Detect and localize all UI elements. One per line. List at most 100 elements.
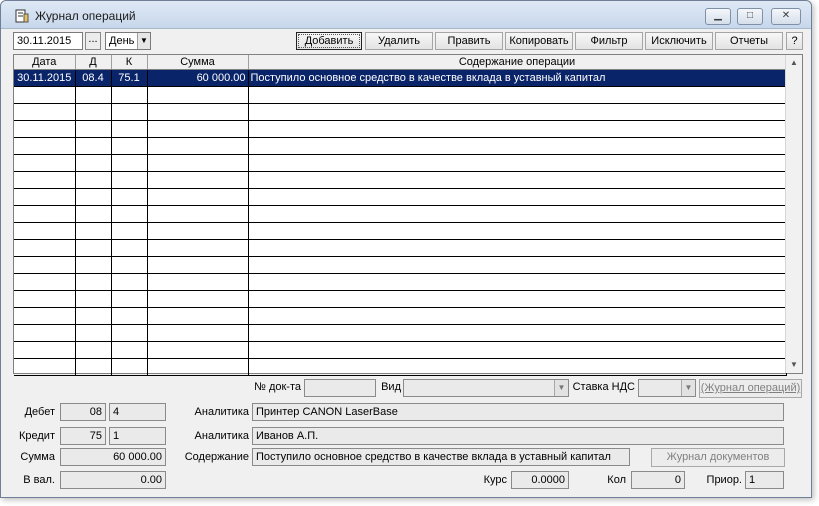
debit-account-field[interactable]: 08 (60, 403, 106, 421)
title-bar: Журнал операций ▁ □ ✕ (1, 1, 811, 29)
table-cell (14, 120, 76, 138)
table-cell (14, 273, 76, 291)
table-row[interactable] (14, 239, 787, 257)
rate-field[interactable]: 0.0000 (511, 471, 569, 489)
add-button[interactable]: Добавить (296, 32, 362, 50)
table-cell (75, 154, 112, 172)
credit-subaccount-field[interactable]: 1 (109, 427, 166, 445)
column-header-credit[interactable]: К (111, 55, 148, 70)
delete-button[interactable]: Удалить (365, 32, 433, 50)
table-cell (111, 324, 148, 342)
close-icon: ✕ (781, 10, 791, 21)
table-cell (111, 188, 148, 206)
table-row[interactable] (14, 103, 787, 121)
table-cell (248, 358, 787, 376)
chevron-down-icon[interactable]: ▼ (554, 380, 568, 396)
table-cell (111, 273, 148, 291)
table-cell (248, 103, 787, 121)
analytics-field-1[interactable]: Принтер CANON LaserBase (252, 403, 784, 421)
table-row[interactable] (14, 256, 787, 274)
date-picker-button[interactable]: ... (85, 32, 101, 50)
edit-button[interactable]: Править (435, 32, 503, 50)
table-cell (75, 256, 112, 274)
table-cell (14, 256, 76, 274)
column-header-date[interactable]: Дата (14, 55, 76, 70)
scroll-down-icon[interactable]: ▼ (786, 357, 802, 373)
cell-credit: 75.1 (111, 69, 148, 87)
table-cell (248, 154, 787, 172)
table-cell (147, 205, 249, 223)
table-cell (147, 239, 249, 257)
currency-sum-field[interactable]: 0.00 (60, 471, 166, 489)
table-row[interactable] (14, 273, 787, 291)
table-cell (14, 307, 76, 325)
table-cell (111, 256, 148, 274)
journal-documents-button[interactable]: Журнал документов (651, 448, 785, 467)
operations-grid[interactable]: Дата Д К Сумма Содержание операции 30.11… (13, 54, 803, 376)
journal-operations-button[interactable]: (Журнал операций) (699, 379, 802, 398)
priority-field[interactable]: 1 (745, 471, 784, 489)
table-cell (248, 324, 787, 342)
period-select[interactable]: День ▼ (105, 32, 151, 50)
help-button[interactable]: ? (786, 32, 803, 50)
operations-table: Дата Д К Сумма Содержание операции 30.11… (14, 55, 787, 376)
reports-button[interactable]: Отчеты (715, 32, 783, 50)
close-button[interactable]: ✕ (771, 8, 801, 25)
table-cell (75, 358, 112, 376)
filter-button[interactable]: Фильтр (575, 32, 643, 50)
analytics-field-2[interactable]: Иванов А.П. (252, 427, 784, 445)
table-cell (75, 137, 112, 155)
period-value: День (109, 35, 135, 47)
vat-rate-select[interactable]: ▼ (638, 379, 696, 397)
content-field[interactable]: Поступило основное средство в качестве в… (252, 448, 630, 466)
kind-select[interactable]: ▼ (403, 379, 569, 397)
table-cell (147, 86, 249, 104)
date-field[interactable]: 30.11.2015 (13, 32, 83, 50)
table-row[interactable]: 30.11.2015 08.4 75.1 60 000.00 Поступило… (14, 69, 787, 87)
window-title: Журнал операций (35, 9, 136, 23)
table-cell (111, 239, 148, 257)
table-row[interactable] (14, 307, 787, 325)
column-header-content[interactable]: Содержание операции (248, 55, 787, 70)
table-row[interactable] (14, 171, 787, 189)
content-label: Содержание (184, 451, 249, 463)
table-row[interactable] (14, 324, 787, 342)
chevron-down-icon[interactable]: ▼ (137, 33, 150, 49)
table-cell (111, 154, 148, 172)
table-row[interactable] (14, 86, 787, 104)
table-cell (75, 205, 112, 223)
table-cell (248, 273, 787, 291)
table-cell (147, 222, 249, 240)
column-header-debit[interactable]: Д (75, 55, 112, 70)
column-header-amount[interactable]: Сумма (147, 55, 249, 70)
sum-field[interactable]: 60 000.00 (60, 448, 166, 466)
table-row[interactable] (14, 137, 787, 155)
quantity-field[interactable]: 0 (631, 471, 685, 489)
cell-content: Поступило основное средство в качестве в… (248, 69, 787, 87)
copy-button[interactable]: Копировать (505, 32, 573, 50)
table-row[interactable] (14, 154, 787, 172)
table-cell (248, 222, 787, 240)
table-row[interactable] (14, 290, 787, 308)
minimize-button[interactable]: ▁ (705, 8, 731, 25)
table-cell (14, 188, 76, 206)
table-row[interactable] (14, 188, 787, 206)
table-cell (248, 120, 787, 138)
table-row[interactable] (14, 358, 787, 376)
table-row[interactable] (14, 205, 787, 223)
table-row[interactable] (14, 120, 787, 138)
table-row[interactable] (14, 222, 787, 240)
scroll-up-icon[interactable]: ▲ (786, 55, 802, 71)
credit-account-field[interactable]: 75 (60, 427, 106, 445)
chevron-down-icon[interactable]: ▼ (681, 380, 695, 396)
table-cell (147, 154, 249, 172)
exclude-button[interactable]: Исключить (645, 32, 713, 50)
table-cell (147, 256, 249, 274)
maximize-button[interactable]: □ (737, 8, 763, 25)
grid-scrollbar[interactable]: ▲ ▼ (785, 55, 802, 373)
table-cell (111, 341, 148, 359)
debit-subaccount-field[interactable]: 4 (109, 403, 166, 421)
table-cell (147, 120, 249, 138)
table-row[interactable] (14, 341, 787, 359)
table-cell (111, 103, 148, 121)
